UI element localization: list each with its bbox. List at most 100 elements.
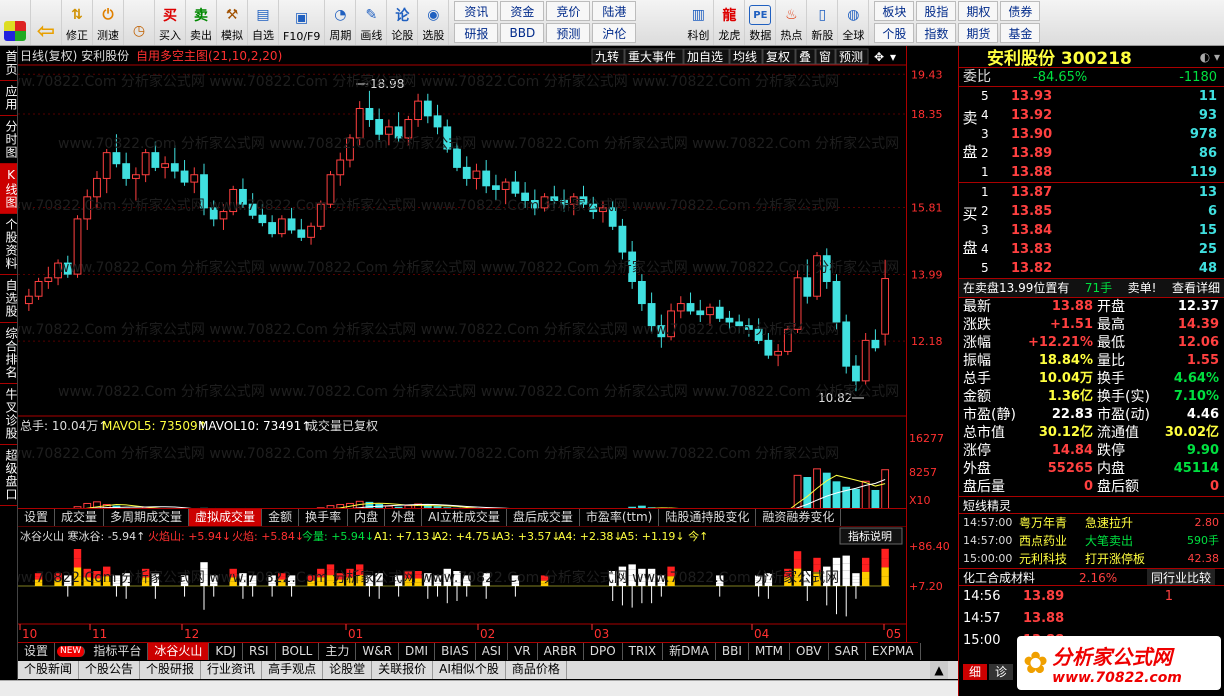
indicator-tab-21[interactable]: EXPMA: [866, 643, 921, 660]
indicator-tab-10[interactable]: BIAS: [435, 643, 476, 660]
global-button[interactable]: ◍ 全球: [838, 0, 870, 45]
period-button[interactable]: ◔ 周期: [325, 0, 357, 45]
industry-compare[interactable]: 同行业比较: [1147, 569, 1216, 585]
indicator-tab-8[interactable]: W&R: [356, 643, 399, 660]
notice-d[interactable]: 查看详细: [1172, 279, 1220, 297]
volume-tab-12[interactable]: 融资融券变化: [756, 509, 842, 526]
tb-zhishu[interactable]: 指数: [916, 23, 957, 43]
volume-tab-11[interactable]: 陆股通持股变化: [659, 509, 757, 526]
speed-test-button[interactable]: ⏻ 测速: [93, 0, 124, 45]
indicator-tab-15[interactable]: TRIX: [623, 643, 664, 660]
kline-chart[interactable]: 日线(复权) 安利股份 自用多空主图(21,10,2,20) 九转 重大事件 加自选…: [0, 46, 906, 642]
tb-zixun[interactable]: 资讯: [454, 1, 499, 21]
volume-tab-6[interactable]: 内盘: [348, 509, 386, 526]
fix-button[interactable]: ⇅ 修正: [62, 0, 93, 45]
tb-hulun[interactable]: 沪伦: [592, 23, 637, 43]
news-tab-1[interactable]: 个股公告: [79, 661, 141, 679]
ask-row[interactable]: 4 13.92 93: [959, 106, 1224, 125]
ask-row[interactable]: 2 13.89 86: [959, 144, 1224, 163]
chevron-down-icon[interactable]: ▾: [890, 50, 896, 64]
tb-gegu[interactable]: 个股: [874, 23, 915, 43]
tab-detail[interactable]: 细: [963, 664, 988, 680]
news-tab-4[interactable]: 高手观点: [262, 661, 324, 679]
volume-tab-4[interactable]: 金额: [262, 509, 300, 526]
tb-yuce[interactable]: 预测: [546, 23, 591, 43]
volume-tab-7[interactable]: 外盘: [385, 509, 423, 526]
news-tab-8[interactable]: 商品价格: [506, 661, 567, 679]
indicator-tab-5[interactable]: RSI: [243, 643, 276, 660]
sidebar-item-profile[interactable]: 个股资料: [0, 214, 18, 275]
tb-qihuo[interactable]: 期货: [958, 23, 999, 43]
chart-area[interactable]: 日线(复权) 安利股份 自用多空主图(21,10,2,20) 九转 重大事件 加自选…: [0, 46, 906, 642]
bid-row[interactable]: 4 13.83 25: [959, 240, 1224, 259]
tb-yanbao[interactable]: 研报: [454, 23, 499, 43]
sidebar-item-watchlist[interactable]: 自选股: [0, 275, 18, 323]
tb-bbd[interactable]: BBD: [500, 23, 545, 43]
indicator-tab-6[interactable]: BOLL: [276, 643, 320, 660]
hotspot-button[interactable]: ♨ 热点: [776, 0, 808, 45]
volume-tab-1[interactable]: 成交量: [55, 509, 105, 526]
panel-options-icon[interactable]: ◐ ▾: [1200, 50, 1220, 64]
tb-zhaiquan[interactable]: 债券: [1000, 1, 1041, 21]
buy-button[interactable]: 买买入: [155, 0, 186, 45]
industry-name[interactable]: 化工合成材料: [963, 569, 1079, 585]
volume-tab-2[interactable]: 多周期成交量: [104, 509, 190, 526]
tb-qiquan[interactable]: 期权: [958, 1, 999, 21]
ask-row[interactable]: 5 13.93 11: [959, 87, 1224, 106]
clock-button[interactable]: ◷: [124, 0, 155, 45]
indicator-tab-9[interactable]: DMI: [399, 643, 436, 660]
news-tab-2[interactable]: 个股研报: [140, 661, 202, 679]
volume-tab-0[interactable]: 设置: [18, 509, 56, 526]
sidebar-item-superorder[interactable]: 超级盘口: [0, 445, 18, 506]
tb-guzhi[interactable]: 股指: [916, 1, 957, 21]
volume-tab-3[interactable]: 虚拟成交量: [189, 509, 263, 526]
duanxian-row[interactable]: 15:00:00 元利科技 打开涨停板 42.38: [959, 550, 1224, 568]
volume-tab-10[interactable]: 市盈率(ttm): [580, 509, 660, 526]
newstock-button[interactable]: ▯ 新股: [807, 0, 839, 45]
sidebar-item-apps[interactable]: 应用: [0, 81, 18, 116]
f10-button[interactable]: ▣ F10/F9: [279, 0, 326, 45]
big-order-notice[interactable]: 在卖盘13.99位置有 71手 卖单! 查看详细: [959, 279, 1224, 297]
keji-button[interactable]: ▥ 科创: [683, 0, 715, 45]
bid-row[interactable]: 1 13.87 13: [959, 183, 1224, 202]
simulate-button[interactable]: ⚒ 模拟: [217, 0, 248, 45]
sidebar-item-intraday[interactable]: 分时图: [0, 116, 18, 164]
duanxian-row[interactable]: 14:57:00 粤万年青 急速拉升 2.80: [959, 514, 1224, 532]
longhu-button[interactable]: 龍龙虎: [714, 0, 746, 45]
bid-row[interactable]: 2 13.85 6: [959, 202, 1224, 221]
indicator-tab-2[interactable]: 指标平台: [87, 643, 149, 660]
indicator-tab-0[interactable]: 设置: [18, 643, 56, 660]
volume-tab-5[interactable]: 换手率: [299, 509, 349, 526]
sidebar-item-home[interactable]: 首页: [0, 46, 18, 81]
menu-button[interactable]: [0, 0, 31, 45]
bid-row[interactable]: 5 13.82 48: [959, 259, 1224, 278]
indicator-tab-11[interactable]: ASI: [476, 643, 509, 660]
indicator-tab-3[interactable]: 冰谷火山: [148, 643, 210, 660]
pick-button[interactable]: ◉ 选股: [418, 0, 450, 45]
duanxian-row[interactable]: 14:57:00 西点药业 大笔卖出 590手: [959, 532, 1224, 550]
news-tab-5[interactable]: 论股堂: [323, 661, 373, 679]
scroll-up-button[interactable]: ▲: [930, 661, 948, 679]
tb-lugang[interactable]: 陆港: [592, 1, 637, 21]
indicator-tab-17[interactable]: BBI: [716, 643, 749, 660]
sidebar-item-ranking[interactable]: 综合排名: [0, 323, 18, 384]
indicator-tab-7[interactable]: 主力: [319, 643, 357, 660]
indicator-tab-19[interactable]: OBV: [790, 643, 829, 660]
back-button[interactable]: ⇦: [31, 0, 62, 45]
data-button[interactable]: PE 数据: [745, 0, 777, 45]
favorites-button[interactable]: ▤ 自选: [248, 0, 279, 45]
bid-row[interactable]: 3 13.84 15: [959, 221, 1224, 240]
sidebar-item-kline[interactable]: K线图: [0, 164, 18, 214]
news-tab-3[interactable]: 行业资讯: [201, 661, 263, 679]
news-tab-6[interactable]: 关联报价: [372, 661, 434, 679]
volume-tab-8[interactable]: AI立桩成交量: [422, 509, 507, 526]
indicator-tab-18[interactable]: MTM: [749, 643, 790, 660]
indicator-tab-1[interactable]: NEW: [57, 646, 86, 657]
indicator-tab-16[interactable]: 新DMA: [663, 643, 716, 660]
volume-tab-9[interactable]: 盘后成交量: [507, 509, 580, 526]
chart-formula[interactable]: 自用多空主图(21,10,2,20): [136, 49, 282, 63]
sidebar-item-diagnosis[interactable]: 牛叉诊股: [0, 384, 18, 445]
indicator-tab-12[interactable]: VR: [508, 643, 538, 660]
tb-jingjia[interactable]: 竞价: [546, 1, 591, 21]
ask-row[interactable]: 1 13.88 119: [959, 163, 1224, 182]
